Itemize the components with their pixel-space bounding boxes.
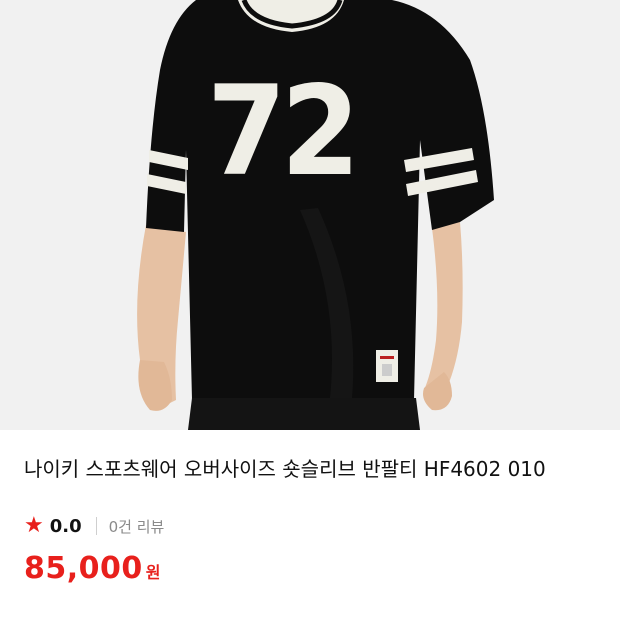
star-icon: ★ bbox=[24, 513, 44, 538]
product-info: 나이키 스포츠웨어 오버사이즈 숏슬리브 반팔티 HF4602 010 ★ 0.… bbox=[0, 430, 620, 586]
rating-value: 0.0 bbox=[49, 515, 82, 537]
product-image[interactable]: 72 bbox=[0, 0, 620, 430]
price-unit: 원 bbox=[145, 563, 161, 582]
review-count-link[interactable]: 0건 리뷰 bbox=[109, 516, 165, 537]
price: 85,000 원 bbox=[24, 551, 596, 586]
jersey-number: 72 bbox=[207, 60, 360, 204]
product-title: 나이키 스포츠웨어 오버사이즈 숏슬리브 반팔티 HF4602 010 bbox=[24, 457, 546, 481]
price-value: 85,000 bbox=[24, 551, 143, 586]
divider bbox=[95, 517, 97, 535]
rating-row[interactable]: ★ 0.0 0건 리뷰 bbox=[24, 513, 596, 539]
